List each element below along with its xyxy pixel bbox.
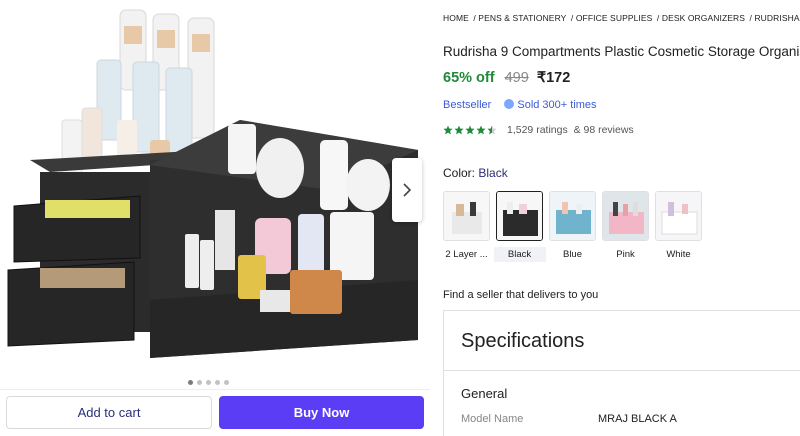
- swatch-image: [443, 191, 490, 241]
- color-label: Color: Black: [443, 166, 508, 180]
- swatch-label: 2 Layer ...: [445, 249, 488, 260]
- swatch-image: [655, 191, 702, 241]
- swatch-label: Blue: [562, 249, 582, 260]
- reviews-count: & 98 reviews: [573, 124, 634, 136]
- find-seller-link[interactable]: Find a seller that delivers to you: [443, 289, 598, 301]
- carousel-dot[interactable]: [206, 380, 211, 385]
- swatch-black[interactable]: Black: [493, 191, 546, 262]
- spec-key: Model Name: [461, 413, 524, 425]
- swatch-image: [549, 191, 596, 241]
- carousel-dot[interactable]: [215, 380, 220, 385]
- product-gallery: Add to cart Buy Now: [0, 0, 430, 436]
- specifications-card: Specifications General Model Name MRAJ B…: [443, 310, 800, 436]
- swatch-label: Pink: [616, 249, 635, 260]
- rating-stars: [443, 125, 497, 135]
- spec-divider: [444, 370, 800, 371]
- star-icon: [454, 125, 464, 135]
- star-icon: [443, 125, 453, 135]
- carousel-dot[interactable]: [197, 380, 202, 385]
- selected-color: Black: [478, 166, 508, 180]
- swatch-white[interactable]: White: [655, 191, 702, 262]
- swatch-label: White: [666, 249, 691, 260]
- spec-value: MRAJ BLACK A: [598, 413, 677, 425]
- product-title: Rudrisha 9 Compartments Plastic Cosmetic…: [443, 44, 800, 59]
- star-icon: [487, 125, 497, 135]
- sold-icon: [504, 99, 515, 109]
- add-to-cart-button[interactable]: Add to cart: [6, 396, 212, 429]
- product-details: HOME / PENS & STATIONERY / OFFICE SUPPLI…: [443, 0, 800, 436]
- bestseller-badge: Bestseller: [443, 99, 492, 111]
- breadcrumb-item[interactable]: RUDRISHA DESK ORGANIZ: [754, 13, 800, 23]
- breadcrumb-item[interactable]: OFFICE SUPPLIES: [576, 13, 653, 23]
- product-image[interactable]: [0, 0, 430, 378]
- breadcrumb: HOME / PENS & STATIONERY / OFFICE SUPPLI…: [443, 13, 800, 23]
- carousel-dot[interactable]: [188, 380, 193, 385]
- specifications-title: Specifications: [461, 330, 585, 352]
- spec-section-title: General: [461, 386, 508, 401]
- next-image-button[interactable]: [392, 158, 422, 222]
- swatch-label: Black: [493, 247, 546, 262]
- swatch-blue[interactable]: Blue: [549, 191, 596, 262]
- buy-now-button[interactable]: Buy Now: [219, 396, 424, 429]
- badges-row: Bestseller Sold 300+ times: [443, 99, 597, 111]
- color-swatches: 2 Layer ... Black Blue Pink White: [443, 191, 702, 262]
- price-row: 65% off 499 ₹172: [443, 70, 570, 86]
- star-icon: [476, 125, 486, 135]
- swatch-image: [496, 191, 543, 241]
- sold-text: Sold 300+ times: [517, 99, 597, 111]
- swatch-2-layer[interactable]: 2 Layer ...: [443, 191, 490, 262]
- selling-price: ₹172: [536, 70, 571, 86]
- ratings-count: 1,529 ratings: [507, 124, 568, 136]
- rating-row[interactable]: 1,529 ratings & 98 reviews: [443, 124, 634, 136]
- breadcrumb-item[interactable]: PENS & STATIONERY: [478, 13, 566, 23]
- discount-label: 65% off: [443, 70, 495, 86]
- star-icon: [465, 125, 475, 135]
- chevron-right-icon: [403, 183, 412, 197]
- sold-count: Sold 300+ times: [504, 99, 597, 111]
- swatch-image: [602, 191, 649, 241]
- breadcrumb-item[interactable]: HOME: [443, 13, 469, 23]
- mrp-price: 499: [504, 70, 529, 86]
- color-label-text: Color:: [443, 166, 476, 180]
- carousel-dots: [188, 380, 229, 385]
- swatch-pink[interactable]: Pink: [602, 191, 649, 262]
- breadcrumb-item[interactable]: DESK ORGANIZERS: [662, 13, 745, 23]
- carousel-dot[interactable]: [224, 380, 229, 385]
- cta-bar: Add to cart Buy Now: [0, 389, 430, 436]
